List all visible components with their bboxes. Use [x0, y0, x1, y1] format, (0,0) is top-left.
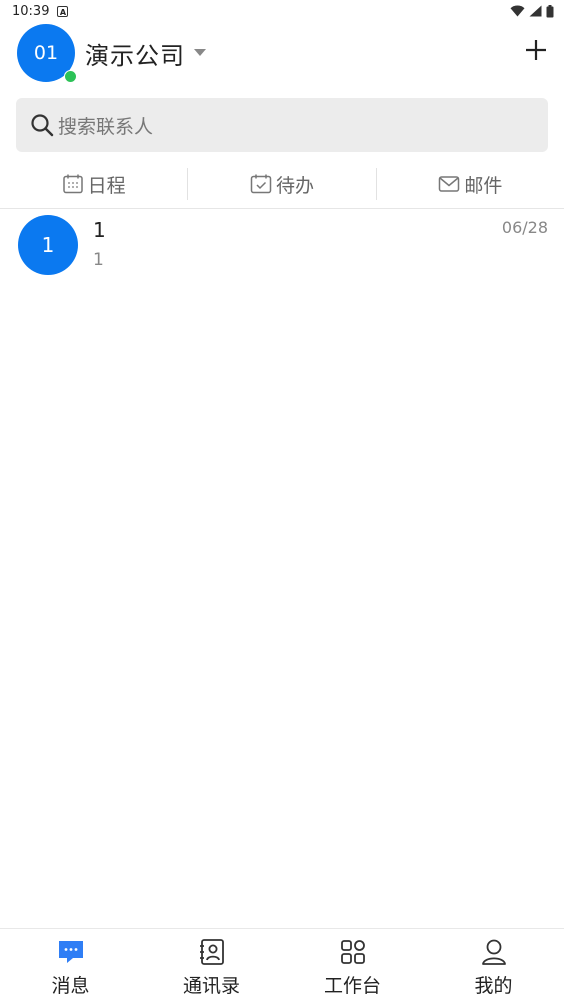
search-placeholder: 搜索联系人 — [58, 115, 154, 138]
app-screen: 10:39 A 01 演示公司 搜索联系人 日程 待办 邮件 1 1 1 06/… — [0, 0, 564, 1004]
nav-item-contacts[interactable]: 通讯录 — [141, 929, 282, 1004]
conversation-time: 06/28 — [501, 218, 548, 237]
a-notification-icon: A — [57, 5, 69, 17]
shortcut-todo[interactable]: 待办 — [188, 169, 375, 199]
shortcut-bar: 日程 待办 邮件 — [0, 160, 564, 209]
shortcut-label-schedule: 日程 — [87, 174, 126, 197]
shortcut-label-mail: 邮件 — [464, 174, 503, 197]
chat-bubble-icon — [58, 941, 83, 963]
nav-item-profile[interactable]: 我的 — [423, 929, 564, 1004]
grid-apps-icon — [340, 940, 365, 964]
nav-item-workbench[interactable]: 工作台 — [282, 929, 423, 1004]
nav-label-workbench: 工作台 — [323, 975, 381, 997]
nav-label-profile: 我的 — [474, 975, 513, 997]
avatar: 1 — [18, 215, 78, 275]
conversation-title: 1 — [93, 218, 106, 242]
wifi-icon — [510, 5, 525, 17]
mail-icon — [439, 176, 460, 192]
cellular-signal-icon — [529, 5, 542, 17]
caret-down-icon[interactable] — [194, 49, 206, 56]
nav-label-messages: 消息 — [51, 975, 90, 997]
list-item[interactable]: 1 1 1 06/28 — [0, 210, 564, 282]
status-left: 10:39 A — [12, 3, 69, 19]
contacts-book-icon — [199, 939, 224, 965]
header: 01 演示公司 — [0, 22, 564, 86]
search-input[interactable]: 搜索联系人 — [16, 98, 548, 152]
shortcut-mail[interactable]: 邮件 — [377, 169, 564, 199]
todo-check-icon — [250, 174, 272, 194]
status-right — [510, 4, 554, 18]
org-avatar-text: 01 — [33, 42, 59, 64]
nav-label-contacts: 通讯录 — [182, 975, 240, 997]
shortcut-schedule[interactable]: 日程 — [0, 169, 187, 199]
plus-icon[interactable] — [524, 38, 548, 62]
org-name[interactable]: 演示公司 — [85, 36, 185, 71]
search-icon — [31, 114, 54, 137]
conversation-list: 1 1 1 06/28 — [0, 210, 564, 282]
status-bar: 10:39 A — [0, 0, 564, 22]
conversation-preview: 1 — [93, 250, 104, 270]
nav-item-messages[interactable]: 消息 — [0, 929, 141, 1004]
bottom-nav: 消息 通讯录 工作台 我的 — [0, 928, 564, 1004]
avatar-text: 1 — [41, 233, 55, 257]
status-time: 10:39 — [12, 3, 50, 19]
online-status-dot — [64, 70, 77, 83]
user-profile-icon — [481, 939, 506, 965]
calendar-icon — [62, 174, 83, 194]
shortcut-label-todo: 待办 — [275, 174, 314, 197]
battery-icon — [546, 4, 554, 17]
